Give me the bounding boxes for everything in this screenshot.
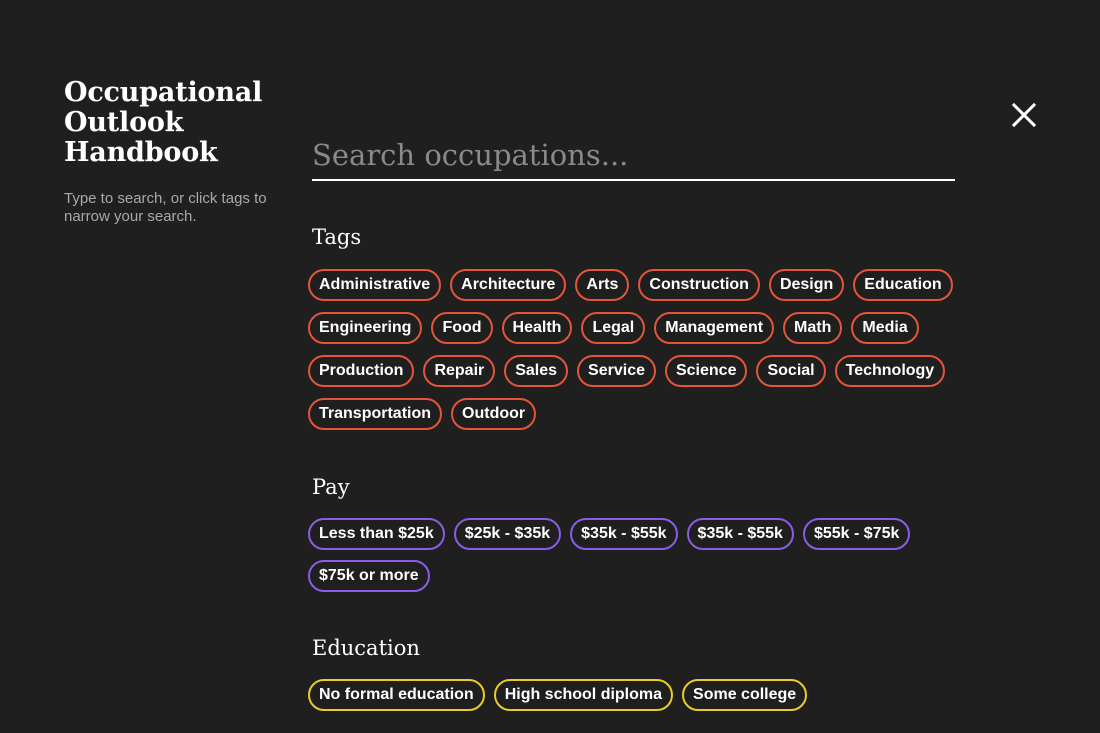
edu-tag-some-college[interactable]: Some college: [682, 679, 808, 711]
tag-social[interactable]: Social: [756, 355, 826, 387]
tags-section-title: Tags: [312, 225, 362, 249]
site-instructions: Type to search, or click tags to narrow …: [64, 190, 267, 225]
pay-tag-25k-35k[interactable]: $25k - $35k: [453, 518, 562, 550]
tag-arts[interactable]: Arts: [575, 269, 630, 301]
page: Occupational Outlook Handbook Type to se…: [0, 0, 1100, 733]
tag-design[interactable]: Design: [768, 269, 845, 301]
tag-architecture[interactable]: Architecture: [450, 269, 567, 301]
pay-section-title: Pay: [312, 475, 350, 499]
tag-legal[interactable]: Legal: [581, 312, 646, 344]
tag-health[interactable]: Health: [501, 312, 573, 344]
pay-section: Pay Less than $25k $25k - $35k $35k - $5…: [308, 474, 968, 592]
pay-tag-35k-55k-b[interactable]: $35k - $55k: [686, 518, 794, 550]
education-section-title: Education: [312, 636, 420, 660]
tag-construction[interactable]: Construction: [638, 269, 760, 301]
tag-math[interactable]: Math: [783, 312, 843, 344]
tag-food[interactable]: Food: [431, 312, 493, 344]
education-section: Education No formal education High schoo…: [308, 635, 968, 711]
tag-transportation[interactable]: Transportation: [308, 398, 443, 430]
tag-sales[interactable]: Sales: [504, 355, 569, 387]
site-title: Occupational Outlook Handbook: [64, 77, 263, 168]
tags-section: Tags Administrative Architecture Arts Co…: [308, 224, 968, 430]
pay-tag-35k-55k[interactable]: $35k - $55k: [570, 518, 678, 550]
tag-service[interactable]: Service: [577, 355, 656, 387]
tag-technology[interactable]: Technology: [834, 355, 946, 387]
tags-list: Administrative Architecture Arts Constru…: [308, 269, 968, 430]
search-bar: [312, 132, 955, 181]
education-list: No formal education High school diploma …: [308, 679, 968, 711]
edu-tag-high-school-diploma[interactable]: High school diploma: [493, 679, 674, 711]
tag-science[interactable]: Science: [664, 355, 748, 387]
pay-tag-less-than-25k[interactable]: Less than $25k: [308, 518, 445, 550]
tag-outdoor[interactable]: Outdoor: [451, 398, 537, 430]
tag-media[interactable]: Media: [851, 312, 919, 344]
edu-tag-no-formal-education[interactable]: No formal education: [308, 679, 485, 711]
pay-tag-75k-or-more[interactable]: $75k or more: [308, 560, 430, 592]
tag-engineering[interactable]: Engineering: [308, 312, 423, 344]
close-button[interactable]: [1010, 101, 1038, 129]
close-icon: [1011, 102, 1037, 128]
tag-administrative[interactable]: Administrative: [308, 269, 442, 301]
search-input[interactable]: [312, 132, 955, 178]
tag-production[interactable]: Production: [308, 355, 415, 387]
pay-tag-55k-75k[interactable]: $55k - $75k: [802, 518, 911, 550]
tag-education[interactable]: Education: [853, 269, 953, 301]
tag-repair[interactable]: Repair: [423, 355, 496, 387]
tag-management[interactable]: Management: [654, 312, 775, 344]
brand-block: Occupational Outlook Handbook Type to se…: [64, 78, 274, 226]
pay-list: Less than $25k $25k - $35k $35k - $55k $…: [308, 518, 968, 592]
